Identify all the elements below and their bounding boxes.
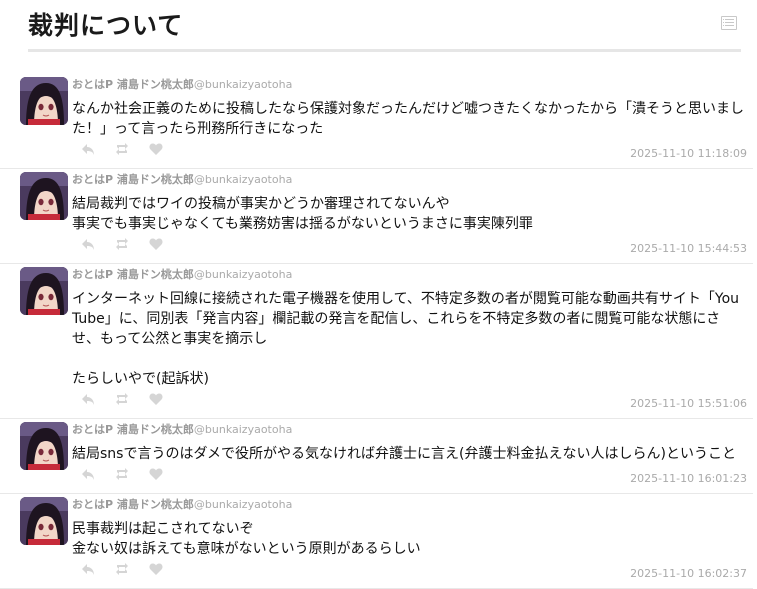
reply-icon[interactable] [80,466,96,482]
avatar[interactable] [20,267,68,315]
tweet-actions [80,236,164,254]
tweet-text: 民事裁判は起こされてないぞ 金ない奴は訴えても意味がないという原則があるらしい [72,521,421,557]
like-icon[interactable] [148,561,164,577]
avatar[interactable] [20,77,68,125]
author-handle[interactable]: @bunkaizyaotoha [194,78,292,91]
avatar[interactable] [20,422,68,470]
tweet-text: なんか社会正義のために投稿したなら保護対象だったんだけど嘘つきたくなかったから「… [72,101,744,137]
tweet-actions [80,561,164,579]
author-handle[interactable]: @bunkaizyaotoha [194,498,292,511]
tweet-timestamp[interactable]: 2025-11-10 11:18:09 [630,147,747,160]
tweet-timestamp[interactable]: 2025-11-10 16:01:23 [630,472,747,485]
tweet-timestamp[interactable]: 2025-11-10 15:51:06 [630,397,747,410]
tweet-footer: 2025-11-10 11:18:09 [72,141,747,163]
tweet-text: 結局snsで言うのはダメで役所がやる気なければ弁護士に言え(弁護士料金払えない人… [72,446,736,462]
tweet-text: 結局裁判ではワイの投稿が事実かどうか審理されてないんや 事実でも事実じゃなくても… [72,196,533,232]
author-name[interactable]: おとはP 浦島ドン桃太郎 [72,498,194,511]
author-name[interactable]: おとはP 浦島ドン桃太郎 [72,423,194,436]
tweet-timestamp[interactable]: 2025-11-10 16:02:37 [630,567,747,580]
avatar[interactable] [20,172,68,220]
tweet-item[interactable]: おとはP 浦島ドン桃太郎@bunkaizyaotoha 結局snsで言うのはダメ… [0,419,753,494]
tweet-footer: 2025-11-10 16:02:37 [72,561,747,583]
tweet-header: おとはP 浦島ドン桃太郎@bunkaizyaotoha [72,423,747,437]
like-icon[interactable] [148,391,164,407]
reply-icon[interactable] [80,141,96,157]
author-name[interactable]: おとはP 浦島ドン桃太郎 [72,173,194,186]
tweet-footer: 2025-11-10 15:44:53 [72,236,747,258]
tweet-item[interactable]: おとはP 浦島ドン桃太郎@bunkaizyaotoha インターネット回線に接続… [0,264,753,419]
page-title: 裁判について [28,11,184,40]
like-icon[interactable] [148,236,164,252]
tweet-actions [80,391,164,409]
tweet-text: インターネット回線に接続された電子機器を使用して、不特定多数の者が閲覧可能な動画… [72,291,740,387]
tweet-footer: 2025-11-10 16:01:23 [72,466,747,488]
author-handle[interactable]: @bunkaizyaotoha [194,423,292,436]
avatar[interactable] [20,497,68,545]
like-icon[interactable] [148,141,164,157]
reply-icon[interactable] [80,391,96,407]
author-handle[interactable]: @bunkaizyaotoha [194,173,292,186]
tweet-item[interactable]: おとはP 浦島ドン桃太郎@bunkaizyaotoha なんか社会正義のために投… [0,74,753,169]
retweet-icon[interactable] [114,141,130,157]
tweet-header: おとはP 浦島ドン桃太郎@bunkaizyaotoha [72,268,747,282]
author-handle[interactable]: @bunkaizyaotoha [194,268,292,281]
tweet-feed: おとはP 浦島ドン桃太郎@bunkaizyaotoha なんか社会正義のために投… [0,74,757,589]
list-view-icon[interactable] [721,16,737,30]
tweet-actions [80,466,164,484]
author-name[interactable]: おとはP 浦島ドン桃太郎 [72,78,194,91]
tweet-item[interactable]: おとはP 浦島ドン桃太郎@bunkaizyaotoha 民事裁判は起こされてない… [0,494,753,589]
like-icon[interactable] [148,466,164,482]
tweet-timestamp[interactable]: 2025-11-10 15:44:53 [630,242,747,255]
retweet-icon[interactable] [114,466,130,482]
tweet-actions [80,141,164,159]
retweet-icon[interactable] [114,561,130,577]
tweet-item[interactable]: おとはP 浦島ドン桃太郎@bunkaizyaotoha 結局裁判ではワイの投稿が… [0,169,753,264]
retweet-icon[interactable] [114,391,130,407]
reply-icon[interactable] [80,561,96,577]
tweet-header: おとはP 浦島ドン桃太郎@bunkaizyaotoha [72,78,747,92]
tweet-footer: 2025-11-10 15:51:06 [72,391,747,413]
tweet-header: おとはP 浦島ドン桃太郎@bunkaizyaotoha [72,173,747,187]
tweet-header: おとはP 浦島ドン桃太郎@bunkaizyaotoha [72,498,747,512]
author-name[interactable]: おとはP 浦島ドン桃太郎 [72,268,194,281]
retweet-icon[interactable] [114,236,130,252]
reply-icon[interactable] [80,236,96,252]
page-header: 裁判について [28,0,741,52]
